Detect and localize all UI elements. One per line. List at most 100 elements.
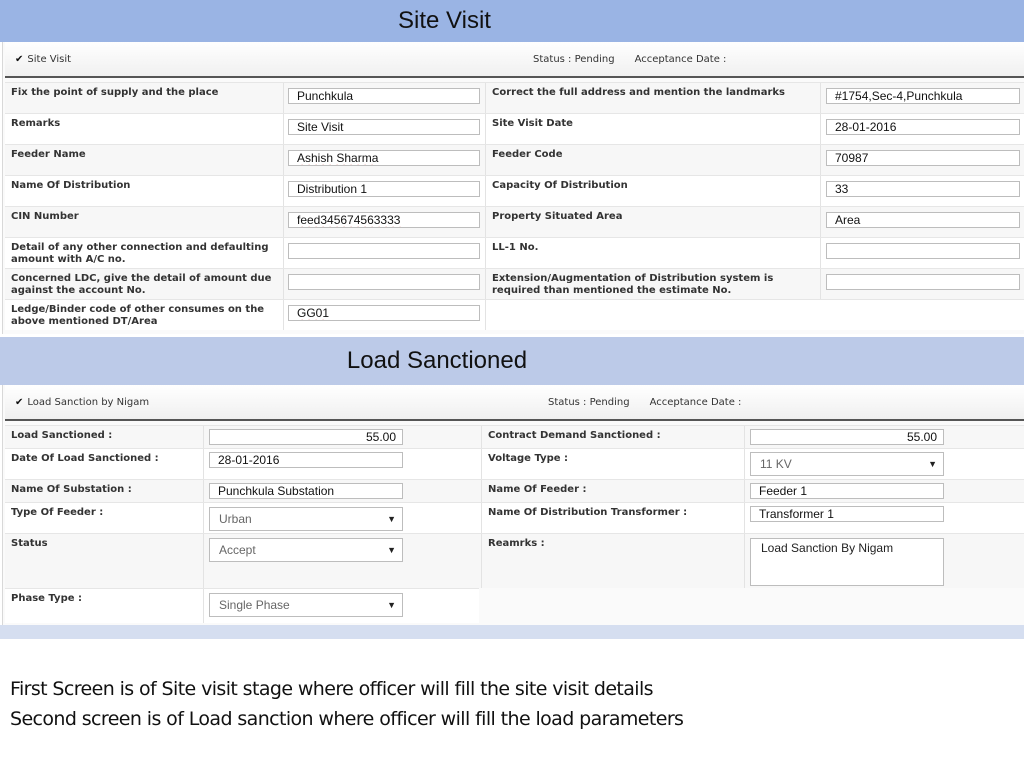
- voltage-type-select[interactable]: 11 KV ▼: [750, 452, 944, 476]
- field-label: Detail of any other connection and defau…: [11, 242, 269, 265]
- substation-input[interactable]: Punchkula Substation: [209, 483, 403, 499]
- load-sanction-status: Status : Pending Acceptance Date :: [548, 396, 742, 408]
- divider: [283, 238, 284, 268]
- transformer-input[interactable]: Transformer 1: [750, 506, 944, 522]
- field-input[interactable]: [826, 274, 1020, 290]
- field-input[interactable]: GG01: [288, 305, 480, 321]
- form-row: CIN Number feed345674563333 Property Situa…: [5, 206, 1024, 237]
- divider: [820, 207, 821, 237]
- chevron-down-icon[interactable]: ✔: [15, 54, 23, 65]
- divider: [283, 269, 284, 299]
- form-row: Fix the point of supply and the place Pun…: [5, 82, 1024, 113]
- field-input[interactable]: Distribution 1: [288, 181, 480, 197]
- field-input[interactable]: Punchkula: [288, 88, 480, 104]
- field-label: Feeder Name: [11, 149, 86, 160]
- dropdown-arrow-icon: ▼: [387, 545, 396, 555]
- divider: [485, 300, 486, 330]
- field-label: Property Situated Area: [492, 211, 623, 222]
- form-row: Concerned LDC, give the detail of amount…: [5, 268, 1024, 299]
- field-input[interactable]: 28-01-2016: [826, 119, 1020, 135]
- field-input[interactable]: [826, 243, 1020, 259]
- site-visit-panel-title: Site Visit: [27, 53, 72, 65]
- load-sanction-panel-header[interactable]: ✔ Load Sanction by Nigam Status : Pendin…: [5, 385, 1024, 421]
- form-row: Status Accept ▼ Reamrks : Load Sanction …: [5, 533, 1024, 588]
- remarks-textarea[interactable]: Load Sanction By Nigam: [750, 538, 944, 586]
- load-sanction-panel-title: Load Sanction by Nigam: [27, 396, 150, 408]
- field-label: Feeder Code: [492, 149, 563, 160]
- transformer-label: Name Of Distribution Transformer :: [488, 507, 688, 518]
- date-load-sanctioned-input[interactable]: 28-01-2016: [209, 452, 403, 468]
- status-label: Status: [11, 538, 48, 549]
- load-sanctioned-label: Load Sanctioned :: [11, 430, 113, 441]
- field-input[interactable]: feed345674563333: [288, 212, 480, 228]
- form-row: Ledge/Binder code of other consumes on t…: [5, 299, 1024, 330]
- date-load-sanctioned-label: Date Of Load Sanctioned :: [11, 453, 159, 464]
- field-input[interactable]: Ashish Sharma: [288, 150, 480, 166]
- divider: [820, 145, 821, 175]
- remarks-label: Reamrks :: [488, 538, 545, 549]
- field-label: Site Visit Date: [492, 118, 573, 129]
- form-row: Remarks Site Visit Site Visit Date 28-01-20…: [5, 113, 1024, 144]
- field-label: Name Of Distribution: [11, 180, 131, 191]
- substation-label: Name Of Substation :: [11, 484, 132, 495]
- form-row: Detail of any other connection and defau…: [5, 237, 1024, 268]
- acceptance-date-label: Acceptance Date :: [634, 53, 727, 65]
- status-label: Status: [548, 396, 580, 408]
- field-input[interactable]: #1754,Sec-4,Punchkula: [826, 88, 1020, 104]
- feeder-name-input[interactable]: Feeder 1: [750, 483, 944, 499]
- field-label: Remarks: [11, 118, 61, 129]
- caption-line-1: First Screen is of Site visit stage wher…: [10, 678, 654, 700]
- contract-demand-input[interactable]: 55.00: [750, 429, 944, 445]
- feeder-name-label: Name Of Feeder :: [488, 484, 587, 495]
- field-input[interactable]: 33: [826, 181, 1020, 197]
- form-row: Name Of Distribution Distribution 1 Capaci…: [5, 175, 1024, 206]
- field-input[interactable]: 70987: [826, 150, 1020, 166]
- divider: [820, 83, 821, 113]
- load-sanctioned-input[interactable]: 55.00: [209, 429, 403, 445]
- field-label: Extension/Augmentation of Distribution s…: [492, 273, 774, 296]
- site-visit-status: Status : Pending Acceptance Date :: [533, 53, 727, 65]
- status-value: Pending: [589, 396, 630, 408]
- load-sanctioned-banner: Load Sanctioned: [0, 337, 1024, 385]
- site-visit-panel: ✔ Site Visit Status : Pending Acceptance…: [2, 42, 1024, 334]
- form-row: Phase Type : Single Phase ▼: [5, 588, 479, 623]
- contract-demand-label: Contract Demand Sanctioned :: [488, 430, 661, 441]
- divider: [283, 176, 284, 206]
- field-label: CIN Number: [11, 211, 79, 222]
- divider: [283, 300, 284, 330]
- feeder-type-select[interactable]: Urban ▼: [209, 507, 403, 531]
- form-row: Feeder Name Ashish Sharma Feeder Code 70987: [5, 144, 1024, 175]
- field-label: Capacity Of Distribution: [492, 180, 628, 191]
- status-select[interactable]: Accept ▼: [209, 538, 403, 562]
- divider: [283, 114, 284, 144]
- divider: [820, 114, 821, 144]
- field-input[interactable]: [288, 274, 480, 290]
- site-visit-banner: Site Visit: [0, 0, 1024, 42]
- field-label: LL-1 No.: [492, 242, 539, 253]
- feeder-type-label: Type Of Feeder :: [11, 507, 104, 518]
- site-visit-panel-header[interactable]: ✔ Site Visit Status : Pending Acceptance…: [5, 42, 1024, 78]
- divider: [820, 238, 821, 268]
- chevron-down-icon[interactable]: ✔: [15, 397, 23, 408]
- caption-line-2: Second screen is of Load sanction where …: [10, 708, 684, 730]
- field-input[interactable]: Site Visit: [288, 119, 480, 135]
- divider: [283, 207, 284, 237]
- divider: [820, 269, 821, 299]
- acceptance-date-label: Acceptance Date :: [649, 396, 742, 408]
- phase-type-label: Phase Type :: [11, 593, 82, 604]
- status-value: Pending: [574, 53, 615, 65]
- dropdown-arrow-icon: ▼: [387, 600, 396, 610]
- load-sanction-form: Load Sanctioned : 55.00 Contract Demand …: [3, 421, 1024, 623]
- form-row: Type Of Feeder : Urban ▼ Name Of Distrib…: [5, 502, 1024, 533]
- field-label: Ledge/Binder code of other consumes on t…: [11, 304, 265, 327]
- dropdown-arrow-icon: ▼: [387, 514, 396, 524]
- load-sanctioned-banner-title: Load Sanctioned: [346, 347, 528, 374]
- field-input[interactable]: Area: [826, 212, 1020, 228]
- load-sanction-panel: ✔ Load Sanction by Nigam Status : Pendin…: [2, 385, 1024, 625]
- phase-type-select[interactable]: Single Phase ▼: [209, 593, 403, 617]
- voltage-type-label: Voltage Type :: [488, 453, 569, 464]
- field-input[interactable]: [288, 243, 480, 259]
- site-visit-banner-title: Site Visit: [398, 7, 491, 34]
- status-label: Status: [533, 53, 565, 65]
- form-row: Name Of Substation : Punchkula Substatio…: [5, 479, 1024, 502]
